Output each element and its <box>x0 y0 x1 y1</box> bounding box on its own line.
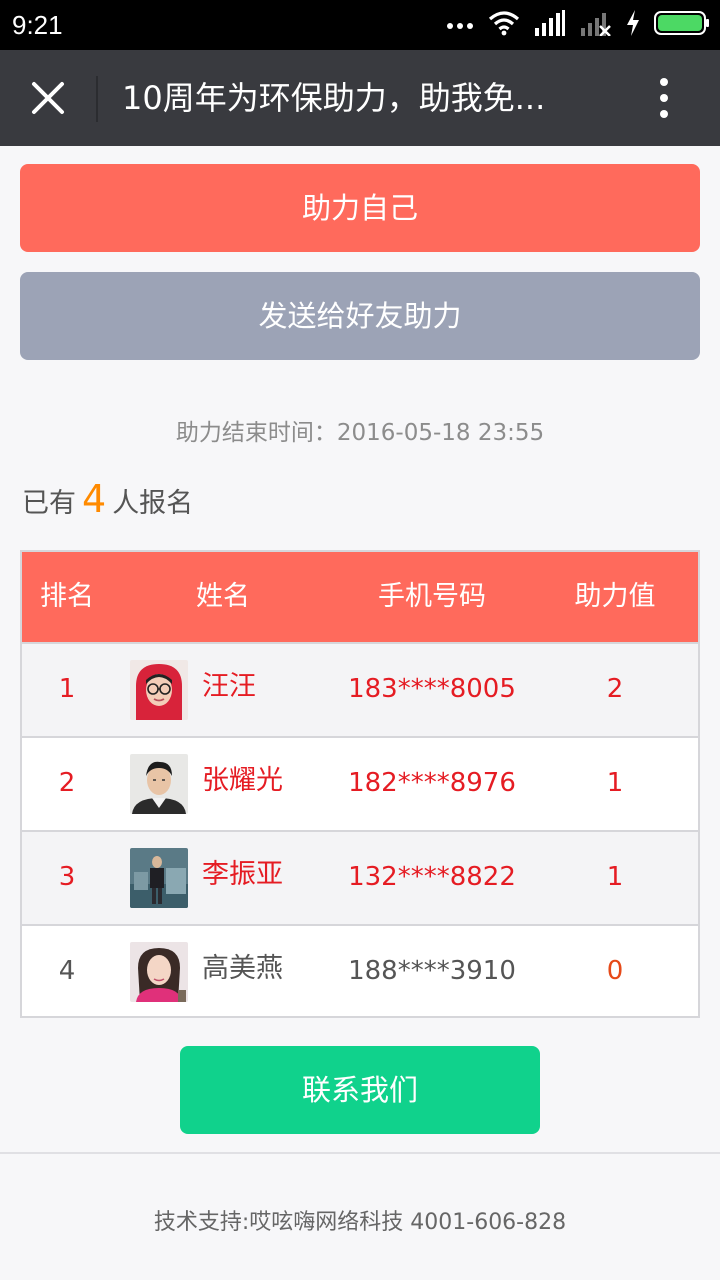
end-time-text: 助力结束时间：2016-05-18 23:55 <box>175 420 545 446</box>
name-cell: 张耀光 <box>202 765 283 796</box>
send-friend-button[interactable]: 发送给好友助力 <box>20 272 700 360</box>
signal-icon <box>534 10 566 40</box>
phone-cell: 188****3910 <box>348 956 516 986</box>
ranking-table: 排名 姓名 手机号码 助力值 1 汪汪 183****8005 2 2 张耀光 … <box>20 550 700 1018</box>
close-icon[interactable] <box>24 74 72 122</box>
signal-no-service-icon <box>580 10 612 40</box>
status-time: 9:21 <box>12 10 63 40</box>
value-cell: 1 <box>606 862 624 892</box>
signup-prefix: 已有 <box>22 488 76 519</box>
battery-icon <box>654 10 710 40</box>
name-cell: 汪汪 <box>202 671 256 702</box>
phone-cell: 182****8976 <box>348 768 516 798</box>
table-header: 排名 姓名 手机号码 助力值 <box>22 552 698 642</box>
table-row: 3 李振亚 132****8822 1 <box>22 830 698 924</box>
value-cell: 2 <box>606 674 624 704</box>
avatar <box>130 754 188 814</box>
footer-text: 技术支持:哎呟嗨网络科技 4001-606-828 <box>153 1210 567 1235</box>
rank-cell: 4 <box>58 956 76 986</box>
header-rank: 排名 <box>40 581 94 612</box>
signup-count: 已有 4 人报名 <box>22 474 193 529</box>
value-cell: 1 <box>606 768 624 798</box>
nav-bar: 10周年为环保助力，助我免... <box>0 50 720 146</box>
page-title: 10周年为环保助力，助我免... <box>122 79 546 117</box>
avatar <box>130 942 188 1002</box>
signup-number: 4 <box>82 477 107 521</box>
header-name: 姓名 <box>196 581 250 612</box>
charging-icon <box>626 10 640 40</box>
more-vertical-icon[interactable] <box>648 76 680 120</box>
header-value: 助力值 <box>574 581 656 612</box>
header-phone: 手机号码 <box>378 581 486 612</box>
table-row: 1 汪汪 183****8005 2 <box>22 642 698 736</box>
name-cell: 李振亚 <box>202 859 283 890</box>
status-bar: 9:21 <box>0 0 720 50</box>
avatar <box>130 848 188 908</box>
value-cell: 0 <box>606 956 624 986</box>
avatar <box>130 660 188 720</box>
nav-divider <box>96 76 98 122</box>
phone-cell: 183****8005 <box>348 674 516 704</box>
wifi-icon <box>488 10 520 40</box>
rank-cell: 3 <box>58 862 76 892</box>
help-self-button[interactable]: 助力自己 <box>20 164 700 252</box>
status-icons <box>446 10 710 40</box>
more-dots-icon <box>446 16 474 35</box>
name-cell: 高美燕 <box>202 953 283 984</box>
table-row: 2 张耀光 182****8976 1 <box>22 736 698 830</box>
table-row: 4 高美燕 188****3910 0 <box>22 924 698 1018</box>
rank-cell: 2 <box>58 768 76 798</box>
rank-cell: 1 <box>58 674 76 704</box>
phone-cell: 132****8822 <box>348 862 516 892</box>
footer-divider <box>0 1152 720 1154</box>
signup-suffix: 人报名 <box>112 488 194 519</box>
contact-us-button[interactable]: 联系我们 <box>180 1046 540 1134</box>
